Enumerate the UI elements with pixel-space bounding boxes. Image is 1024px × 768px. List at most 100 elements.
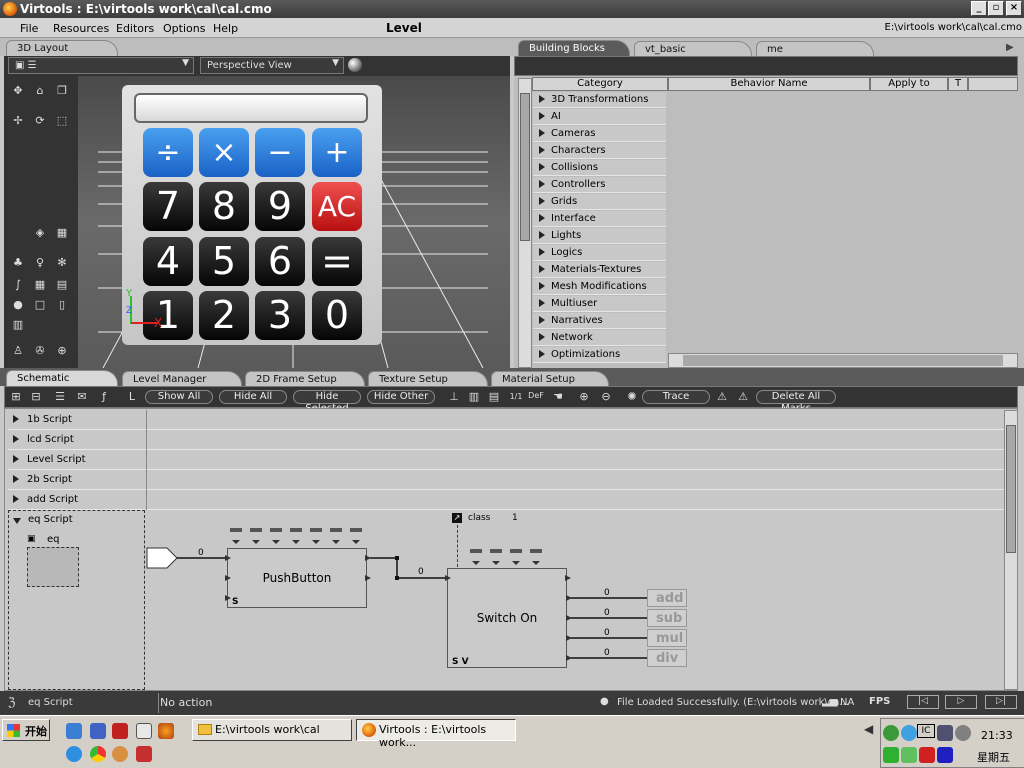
tab-vt-basic[interactable]: vt_basic [634, 41, 752, 57]
chrome-icon[interactable] [90, 746, 106, 762]
column-category[interactable]: Category [532, 77, 668, 91]
expand-icon[interactable] [13, 455, 19, 463]
hide-selected-button[interactable]: Hide Selected [293, 390, 361, 414]
parameter-shortcut-icon[interactable]: ↗ [452, 513, 462, 523]
cube-icon[interactable]: □ [32, 298, 48, 312]
menu-options[interactable]: Options [163, 22, 205, 35]
script-row[interactable]: lcd Script [8, 430, 1004, 450]
script-row[interactable]: add Script [8, 490, 1004, 510]
collapse-icon[interactable] [13, 518, 21, 524]
tray-antivirus-icon[interactable] [937, 747, 953, 763]
hide-all-button[interactable]: Hide All [219, 390, 287, 404]
schematic-scrollbar[interactable] [1004, 410, 1018, 690]
category-scrollbar-thumb[interactable] [520, 93, 530, 241]
tab-material-setup[interactable]: Material Setup [491, 371, 609, 387]
calc-2-button[interactable]: 2 [199, 291, 249, 340]
menu-help[interactable]: Help [213, 22, 238, 35]
trace-button[interactable]: Trace [642, 390, 710, 404]
delete-all-marks-button[interactable]: Delete All Marks [756, 390, 836, 414]
calc-4-button[interactable]: 4 [143, 237, 193, 286]
zoom-in-icon[interactable]: ⊕ [576, 390, 592, 404]
tab-3d-layout[interactable]: 3D Layout [6, 40, 118, 56]
category-item[interactable]: Controllers [533, 177, 666, 193]
rewind-button[interactable]: |◁ [907, 695, 939, 709]
calc-multiply-button[interactable]: × [199, 128, 249, 177]
switch-on-parameter-block[interactable]: Switch On Parameter [447, 568, 567, 723]
mail-icon[interactable]: ✉ [74, 390, 90, 404]
def-button[interactable]: DeF [528, 389, 544, 403]
drop-icon[interactable] [66, 746, 82, 762]
menu-editors[interactable]: Editors [116, 22, 154, 35]
category-item[interactable]: Collisions [533, 160, 666, 176]
columns-icon[interactable]: ▥ [466, 390, 482, 404]
switch-out-pin-0[interactable] [565, 575, 571, 581]
ie-icon[interactable] [66, 723, 82, 739]
category-item[interactable]: Mesh Modifications [533, 279, 666, 295]
tray-disc-icon[interactable] [955, 725, 971, 741]
calc-3-button[interactable]: 3 [255, 291, 305, 340]
menu-resources[interactable]: Resources [53, 22, 109, 35]
calc-9-button[interactable]: 9 [255, 182, 305, 231]
task-explorer[interactable]: E:\virtools work\cal [192, 719, 352, 741]
app-icon-cube[interactable] [136, 746, 152, 762]
tab-level-manager[interactable]: Level Manager [122, 371, 242, 387]
pushbutton-in-pin[interactable] [225, 555, 231, 561]
tray-expand-icon[interactable]: ◀ [864, 722, 873, 736]
calc-8-button[interactable]: 8 [199, 182, 249, 231]
scale-tool-icon[interactable]: ⬚ [54, 114, 70, 128]
close-button[interactable]: × [1006, 1, 1022, 16]
calc-ac-button[interactable]: AC [312, 182, 362, 231]
script-row-header[interactable]: Level Script [8, 450, 147, 470]
box-icon[interactable]: ▯ [54, 298, 70, 312]
film-icon[interactable]: ▥ [10, 318, 26, 332]
category-item[interactable]: Grids [533, 194, 666, 210]
table-icon[interactable]: ▤ [486, 390, 502, 404]
script-row[interactable]: 1b Script [8, 410, 1004, 430]
category-item[interactable]: Characters [533, 143, 666, 159]
remove-script-icon[interactable]: ⊟ [28, 390, 44, 404]
calc-0-button[interactable]: 0 [312, 291, 362, 340]
category-item[interactable]: Narratives [533, 313, 666, 329]
app-icon-skull[interactable] [136, 723, 152, 739]
hide-other-button[interactable]: Hide Other [367, 390, 435, 404]
expand-icon[interactable] [13, 415, 19, 423]
sparkle-icon[interactable]: ✺ [624, 390, 640, 404]
script-row-header[interactable]: 2b Script [8, 470, 147, 490]
category-item[interactable]: Multiuser [533, 296, 666, 312]
category-item[interactable]: 3D Transformations [533, 92, 666, 108]
script-row-header[interactable]: lcd Script [8, 430, 147, 450]
zoom-camera-icon[interactable]: ✇ [32, 344, 48, 358]
l-toggle[interactable]: L [124, 390, 140, 404]
frame-icon[interactable]: ▤ [54, 278, 70, 292]
schematic-scrollbar-thumb[interactable] [1006, 425, 1016, 553]
pushbutton-block[interactable]: PushButton [227, 548, 367, 608]
grid-icon[interactable]: ▦ [54, 226, 70, 240]
calc-divide-button[interactable]: ÷ [143, 128, 193, 177]
minimize-button[interactable]: _ [971, 1, 987, 16]
column-t[interactable]: T [948, 77, 968, 91]
render-sphere-icon[interactable] [348, 58, 362, 72]
function-icon[interactable]: ƒ [96, 390, 112, 404]
calc-minus-button[interactable]: − [255, 128, 305, 177]
character-icon[interactable]: ♣ [10, 256, 26, 270]
update-icon[interactable] [901, 725, 917, 741]
output-div[interactable]: div [647, 649, 687, 667]
pushbutton-in-pin-3[interactable] [225, 595, 231, 601]
step-button[interactable]: ▷| [985, 695, 1017, 709]
light-icon[interactable]: ♀ [32, 256, 48, 270]
gear-icon[interactable]: ✻ [54, 256, 70, 270]
pushbutton-in-pin-2[interactable] [225, 575, 231, 581]
category-item[interactable]: Cameras [533, 126, 666, 142]
tab-building-blocks[interactable]: Building Blocks [518, 40, 630, 56]
ratio-button[interactable]: 1/1 [508, 390, 524, 404]
select-tool-icon[interactable]: ✥ [10, 84, 26, 98]
column-apply-to[interactable]: Apply to [870, 77, 948, 91]
app-icon-red[interactable] [112, 723, 128, 739]
hand-icon[interactable]: ☚ [550, 390, 566, 404]
calc-7-button[interactable]: 7 [143, 182, 193, 231]
sphere-icon[interactable]: ● [10, 298, 26, 312]
expand-icon[interactable] [13, 475, 19, 483]
tab-texture-setup[interactable]: Texture Setup [368, 371, 488, 387]
menu-file[interactable]: File [20, 22, 38, 35]
output-mul[interactable]: mul [647, 629, 687, 647]
